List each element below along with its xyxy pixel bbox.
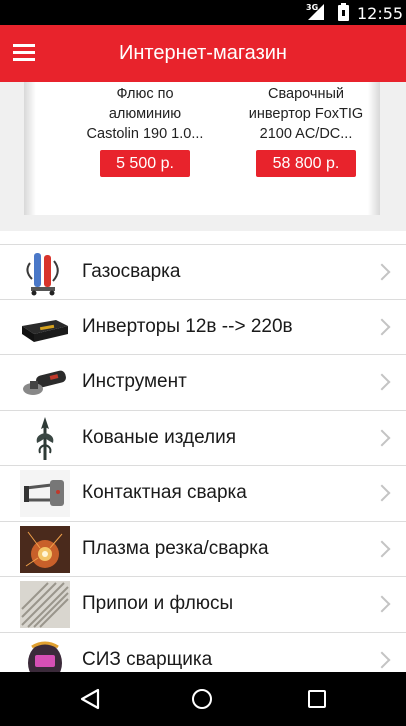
category-label: Припои и флюсы — [82, 593, 234, 614]
product-name: Сварочный инвертор FoxTIG 2100 AC/DC... — [248, 86, 364, 142]
forged-item-thumbnail — [20, 415, 70, 462]
chevron-right-icon — [373, 651, 391, 668]
category-label: Газосварка — [82, 261, 181, 282]
category-label: Плазма резка/сварка — [82, 537, 269, 559]
category-item-spot-welding[interactable]: Контактная сварка — [0, 466, 406, 522]
chevron-right-icon — [373, 540, 391, 557]
app-title: Интернет-магазин — [119, 42, 287, 64]
product-name: Флюс по алюминию Castolin 190 1.0... — [86, 86, 204, 142]
chevron-right-icon — [373, 318, 391, 335]
recent-apps-icon[interactable] — [308, 690, 326, 708]
featured-product[interactable]: Флюс по алюминию Castolin 190 1.0... 5 5… — [70, 82, 220, 177]
clock: 12:55 — [357, 4, 404, 23]
back-icon[interactable] — [80, 688, 100, 710]
category-item-inverters[interactable]: Инверторы 12в --> 220в — [0, 299, 406, 355]
inverter-thumbnail — [20, 304, 70, 351]
featured-product[interactable]: Сварочный инвертор FoxTIG 2100 AC/DC... … — [231, 82, 381, 177]
category-item-plasma[interactable]: Плазма резка/сварка — [0, 521, 406, 577]
category-label: Контактная сварка — [82, 482, 247, 503]
category-item-solders[interactable]: Припои и флюсы — [0, 577, 406, 633]
home-icon[interactable] — [192, 689, 212, 709]
chevron-right-icon — [373, 484, 391, 502]
category-item-tools[interactable]: Инструмент — [0, 355, 406, 411]
chevron-right-icon — [373, 429, 391, 446]
angle-grinder-thumbnail — [20, 359, 70, 406]
app-bar: Интернет-магазин — [0, 25, 406, 82]
plasma-cutting-thumbnail — [20, 525, 70, 573]
category-label: СИЗ сварщика — [82, 648, 213, 670]
system-nav-bar — [0, 672, 406, 726]
category-label: Инверторы 12в --> 220в — [82, 315, 293, 337]
price-button[interactable]: 58 800 р. — [256, 150, 356, 177]
category-item-gas-welding[interactable]: Газосварка — [0, 244, 406, 300]
category-label: Кованые изделия — [82, 426, 236, 448]
category-list: Газосварка Инверторы 12в --> 220в Инстру… — [0, 244, 406, 688]
featured-carousel[interactable]: Флюс по алюминию Castolin 190 1.0... 5 5… — [24, 82, 380, 215]
price-button[interactable]: 5 500 р. — [100, 150, 190, 177]
spot-welder-thumbnail — [20, 470, 70, 517]
chevron-right-icon — [373, 595, 391, 613]
category-label: Инструмент — [82, 371, 187, 392]
network-type: 3G — [306, 3, 319, 12]
solder-rods-thumbnail — [20, 581, 70, 628]
battery-icon — [338, 3, 349, 21]
gas-welding-thumbnail — [20, 249, 70, 296]
chevron-right-icon — [373, 373, 391, 391]
category-item-forged[interactable]: Кованые изделия — [0, 410, 406, 466]
status-bar: 3G 12:55 — [0, 0, 406, 25]
chevron-right-icon — [373, 263, 391, 281]
